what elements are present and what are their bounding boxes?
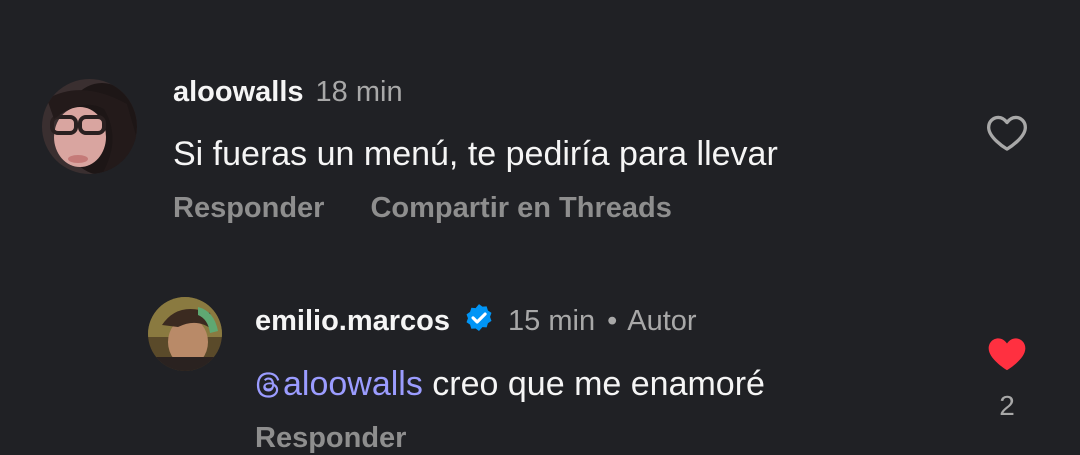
like-count: 2 <box>999 390 1015 421</box>
comment-text: Si fueras un menú, te pediría para lleva… <box>173 135 778 173</box>
timestamp: 15 min <box>508 305 596 337</box>
threads-icon <box>256 372 280 398</box>
reply-button[interactable]: Responder <box>255 422 406 455</box>
reply-actions: Responder <box>255 422 452 455</box>
comment-actions: Responder Compartir en Threads <box>173 192 718 225</box>
heart-outline-icon <box>987 115 1027 151</box>
author-label: Autor <box>627 305 697 337</box>
comment-header: aloowalls 18 min <box>173 76 403 109</box>
reply-header: emilio.marcos 15 min • Autor <box>255 296 697 338</box>
separator-dot: • <box>607 305 618 337</box>
verified-badge-icon <box>462 302 496 336</box>
timestamp: 18 min <box>315 76 403 108</box>
reply-body: creo que me enamoré <box>422 365 765 403</box>
like-button[interactable] <box>985 111 1029 155</box>
mention-username[interactable]: aloowalls <box>283 365 423 403</box>
heart-filled-icon <box>988 338 1026 371</box>
reply-item: emilio.marcos 15 min • Autor aloowalls c… <box>0 240 1080 454</box>
mention-link[interactable]: aloowalls <box>255 365 423 403</box>
like-button[interactable] <box>985 332 1029 376</box>
avatar[interactable] <box>42 79 137 174</box>
share-threads-button[interactable]: Compartir en Threads <box>370 192 671 225</box>
username[interactable]: emilio.marcos <box>255 305 450 338</box>
username[interactable]: aloowalls <box>173 76 304 109</box>
reply-button[interactable]: Responder <box>173 192 324 225</box>
comment-item: aloowalls 18 min Si fueras un menú, te p… <box>0 0 1080 240</box>
avatar[interactable] <box>148 297 222 371</box>
reply-text: aloowalls creo que me enamoré <box>255 365 765 404</box>
